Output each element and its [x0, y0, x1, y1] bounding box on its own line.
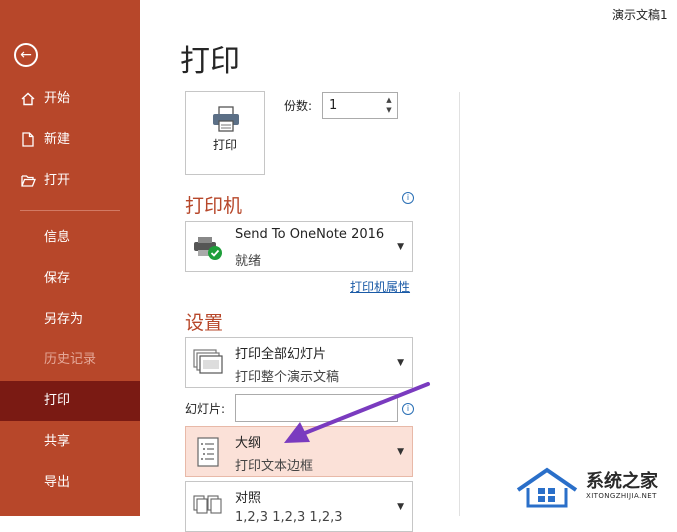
print-range-dropdown[interactable]: 打印全部幻灯片 打印整个演示文稿 ▼ [185, 337, 413, 388]
printer-dropdown[interactable]: Send To OneNote 2016 就绪 ▼ [185, 221, 413, 272]
printer-status: 就绪 [235, 254, 262, 269]
backstage-sidebar: ← 开始 新建 打开 信息 保存 另存为 历史记录 打印 共享 导出 [0, 0, 140, 516]
new-file-icon [20, 120, 36, 164]
back-arrow-icon[interactable]: ← [14, 43, 38, 67]
collated-pages-icon [193, 495, 222, 514]
home-icon [20, 79, 36, 123]
print-layout-subtitle: 打印文本边框 [235, 459, 314, 474]
outline-page-icon [197, 437, 219, 467]
sidebar-item-label: 信息 [44, 230, 71, 245]
print-range-subtitle: 打印整个演示文稿 [235, 370, 340, 385]
preview-divider [459, 92, 460, 516]
house-logo-icon [516, 467, 578, 508]
document-title: 演示文稿1 [612, 8, 668, 22]
sidebar-item-label: 保存 [44, 271, 71, 286]
settings-heading: 设置 [185, 312, 224, 334]
sidebar-item-info[interactable]: 信息 [0, 218, 140, 258]
collate-subtitle: 1,2,3 1,2,3 1,2,3 [235, 510, 343, 525]
watermark-url: XITONGZHIJIA.NET [586, 492, 657, 500]
collate-dropdown[interactable]: 对照 1,2,3 1,2,3 1,2,3 ▼ [185, 481, 413, 532]
watermark-name: 系统之家 [586, 471, 658, 492]
open-folder-icon [20, 161, 36, 204]
print-layout-title: 大纲 [235, 436, 262, 451]
sidebar-item-new[interactable]: 新建 [0, 120, 140, 160]
sidebar-item-share[interactable]: 共享 [0, 422, 140, 462]
sidebar-item-export[interactable]: 导出 [0, 463, 140, 503]
sidebar-item-history: 历史记录 [0, 340, 140, 380]
copies-value: 1 [329, 98, 338, 113]
slides-input[interactable] [235, 394, 398, 422]
print-button[interactable]: 打印 [185, 91, 265, 175]
printer-properties-link[interactable]: 打印机属性 [350, 278, 410, 295]
spinner-arrows-icon[interactable]: ▲ ▼ [384, 95, 394, 115]
sidebar-item-label: 开始 [44, 91, 71, 106]
watermark-logo: 系统之家 XITONGZHIJIA.NET [514, 464, 674, 512]
sidebar-item-label: 打开 [44, 173, 71, 188]
print-layout-dropdown[interactable]: 大纲 打印文本边框 ▼ [185, 426, 413, 477]
collate-title: 对照 [235, 491, 262, 506]
dropdown-arrow-icon: ▼ [397, 447, 404, 457]
printer-ready-icon [194, 237, 222, 260]
slides-label: 幻灯片: [185, 402, 226, 416]
sidebar-item-save[interactable]: 保存 [0, 259, 140, 299]
sidebar-item-label: 新建 [44, 132, 71, 147]
printer-heading: 打印机 [185, 195, 243, 217]
print-button-label: 打印 [212, 138, 237, 152]
sidebar-item-label: 导出 [44, 475, 71, 490]
sidebar-divider [20, 210, 120, 211]
sidebar-item-label: 打印 [44, 393, 71, 408]
info-icon[interactable]: i [402, 192, 414, 204]
sidebar-item-home[interactable]: 开始 [0, 79, 140, 119]
sidebar-item-label: 另存为 [44, 312, 84, 327]
sidebar-item-print[interactable]: 打印 [0, 381, 140, 421]
info-icon[interactable]: i [402, 403, 414, 415]
dropdown-arrow-icon: ▼ [397, 242, 404, 252]
page-title: 打印 [180, 44, 240, 79]
dropdown-arrow-icon: ▼ [397, 502, 404, 512]
dropdown-arrow-icon: ▼ [397, 358, 404, 368]
printer-name: Send To OneNote 2016 [235, 227, 385, 242]
copies-label: 份数: [284, 99, 313, 113]
copies-spinner[interactable]: 1 ▲ ▼ [322, 92, 398, 119]
sidebar-item-open[interactable]: 打开 [0, 161, 140, 201]
sidebar-item-label: 共享 [44, 434, 71, 449]
print-range-title: 打印全部幻灯片 [235, 347, 327, 362]
sidebar-item-label: 历史记录 [44, 352, 97, 367]
printer-icon [213, 106, 239, 132]
sidebar-item-save-as[interactable]: 另存为 [0, 300, 140, 340]
slides-stack-icon [193, 349, 223, 374]
